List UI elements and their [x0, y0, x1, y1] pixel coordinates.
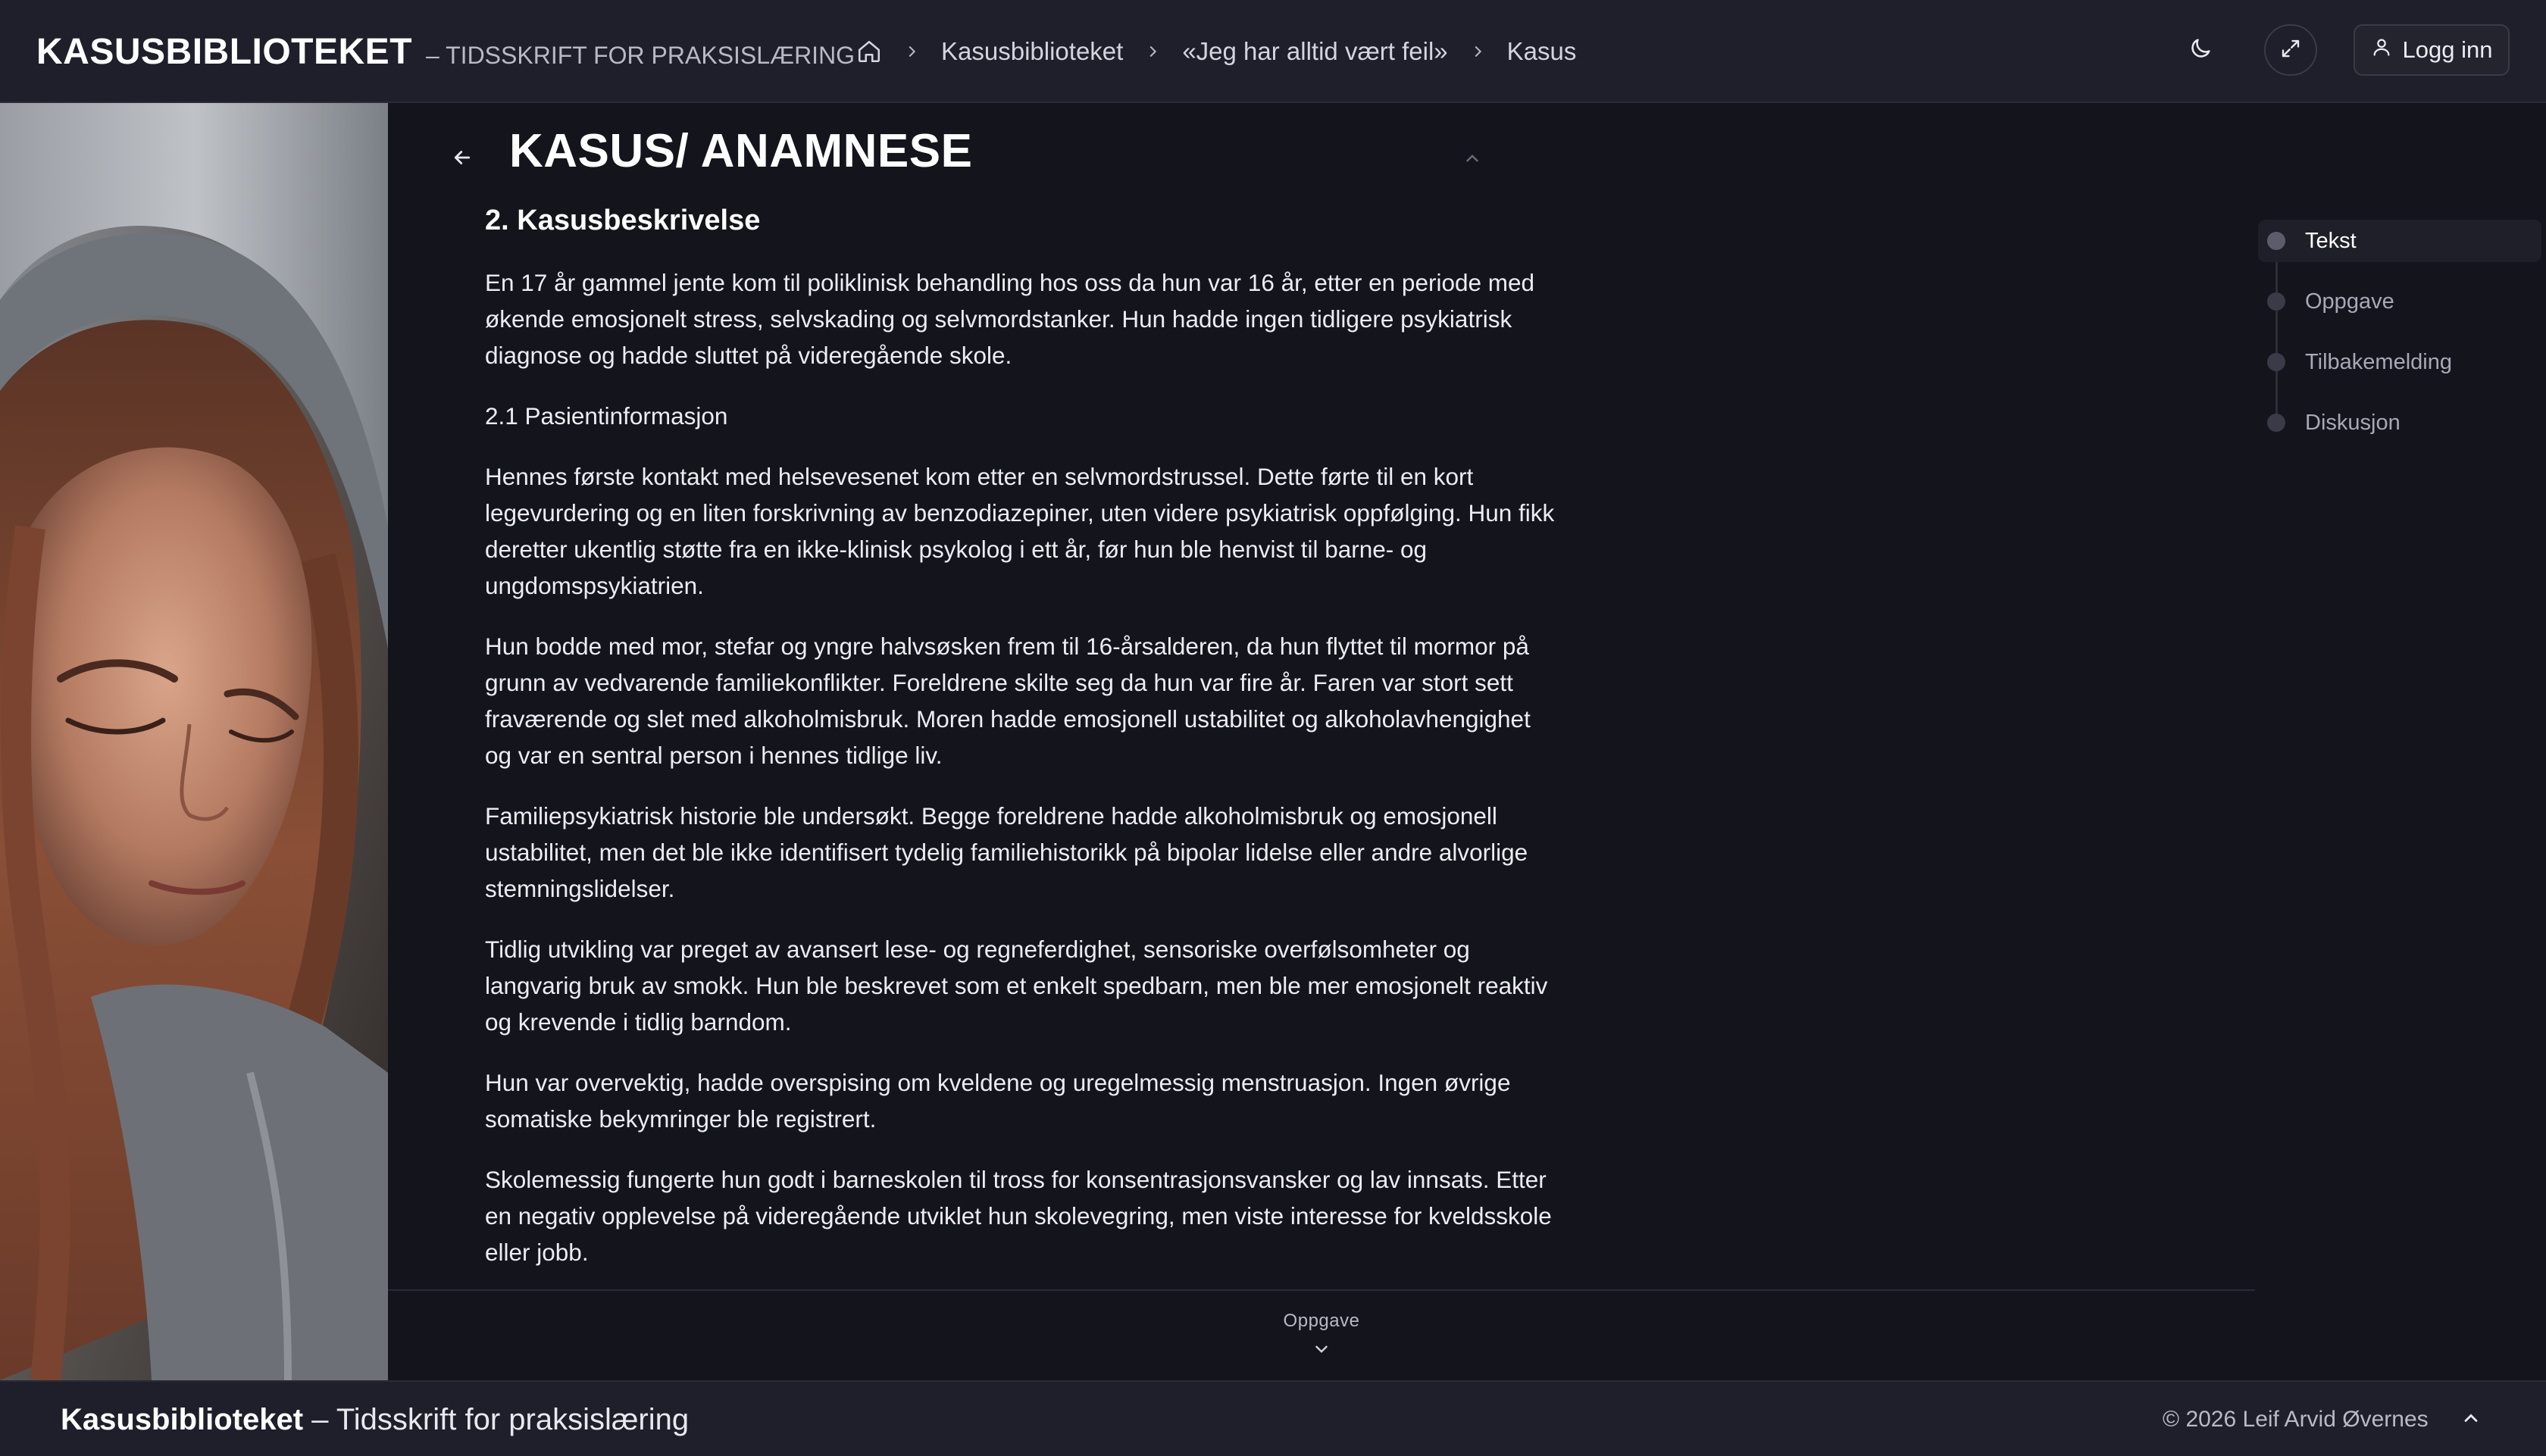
next-section-label: Oppgave: [1283, 1311, 1360, 1331]
toc-dot-icon: [2267, 232, 2285, 250]
toc-item-label: Tilbakemelding: [2305, 349, 2452, 374]
login-label: Logg inn: [2402, 36, 2493, 63]
toc-dot-icon: [2267, 353, 2285, 371]
toc-item-diskusjon[interactable]: Diskusjon: [2258, 401, 2541, 444]
site-brand[interactable]: KASUSBIBLIOTEKET – TIDSSKRIFT FOR PRAKSI…: [36, 0, 855, 103]
article-paragraph: Familiepsykiatrisk historie ble undersøk…: [485, 802, 1528, 902]
case-content-panel: KASUS/ ANAMNESE 2. Kasusbeskrivelse En 1…: [388, 103, 2255, 1380]
chevron-right-icon: [1469, 43, 1486, 60]
page-title: KASUS/ ANAMNESE: [509, 125, 973, 177]
section-heading: 2. Kasusbeskrivelse: [485, 205, 761, 236]
login-button[interactable]: Logg inn: [2354, 24, 2510, 76]
toc-item-tekst[interactable]: Tekst: [2258, 220, 2541, 262]
article-paragraph: Hun bodde med mor, stefar og yngre halvs…: [485, 633, 1531, 769]
fullscreen-button[interactable]: [2264, 24, 2317, 76]
footer-brand-name: Kasusbiblioteket: [61, 1402, 304, 1436]
brand-name: KASUSBIBLIOTEKET: [36, 31, 413, 72]
subsection-heading: 2.1 Pasientinformasjon: [485, 402, 728, 430]
chevron-right-icon: [903, 43, 920, 60]
chevron-up-icon: [2460, 1408, 2482, 1433]
page-footer: Kasusbiblioteket – Tidsskrift for praksi…: [0, 1380, 2546, 1456]
breadcrumb-item-case-title[interactable]: «Jeg har alltid vært feil»: [1182, 37, 1447, 66]
chevron-down-icon: [1312, 1339, 1331, 1363]
breadcrumb-item-library[interactable]: Kasusbiblioteket: [941, 37, 1123, 66]
collapse-section-button[interactable]: [1453, 141, 1491, 179]
toc-item-tilbakemelding[interactable]: Tilbakemelding: [2258, 341, 2541, 383]
theme-toggle-button[interactable]: [2175, 24, 2226, 76]
expand-icon: [2279, 37, 2302, 64]
article-paragraph: Hun var overvektig, hadde overspising om…: [485, 1069, 1511, 1133]
article-paragraph: Hennes første kontakt med helsevesenet k…: [485, 463, 1555, 599]
home-icon[interactable]: [856, 39, 882, 64]
brand-tagline: – TIDSSKRIFT FOR PRAKSISLÆRING: [426, 41, 855, 69]
case-illustration-image: [0, 103, 388, 1380]
section-navigation: Tekst Oppgave Tilbakemelding Diskusjon: [2258, 220, 2541, 462]
breadcrumb-item-current: Kasus: [1506, 37, 1577, 65]
footer-brand-tagline: – Tidsskrift for praksislæring: [303, 1402, 690, 1436]
breadcrumb: Kasusbiblioteket «Jeg har alltid vært fe…: [856, 0, 1576, 103]
toc-item-label: Oppgave: [2305, 289, 2394, 314]
user-icon: [2371, 36, 2392, 64]
moon-icon: [2188, 36, 2213, 65]
article-paragraph: En 17 år gammel jente kom til poliklinis…: [485, 269, 1535, 369]
case-article: 2. Kasusbeskrivelse En 17 år gammel jent…: [485, 205, 1561, 1295]
chevron-right-icon: [1144, 43, 1161, 60]
top-navbar: KASUSBIBLIOTEKET – TIDSSKRIFT FOR PRAKSI…: [0, 0, 2546, 103]
article-paragraph: Skolemessig fungerte hun godt i barnesko…: [485, 1166, 1552, 1266]
toc-dot-icon: [2267, 292, 2285, 311]
article-paragraph: Tidlig utvikling var preget av avansert …: [485, 936, 1548, 1036]
arrow-left-icon: [451, 146, 474, 173]
toc-dot-icon: [2267, 414, 2285, 432]
footer-copyright: © 2026 Leif Arvid Øvernes: [2163, 1407, 2429, 1432]
toc-item-label: Diskusjon: [2305, 410, 2401, 435]
toc-item-oppgave[interactable]: Oppgave: [2258, 280, 2541, 323]
scroll-to-top-button[interactable]: [2452, 1401, 2490, 1439]
chevron-up-icon: [1462, 148, 1482, 172]
footer-brand: Kasusbiblioteket – Tidsskrift for praksi…: [61, 1382, 689, 1456]
next-section-link[interactable]: Oppgave: [388, 1289, 2255, 1380]
back-button[interactable]: [441, 138, 483, 180]
toc-item-label: Tekst: [2305, 228, 2357, 253]
